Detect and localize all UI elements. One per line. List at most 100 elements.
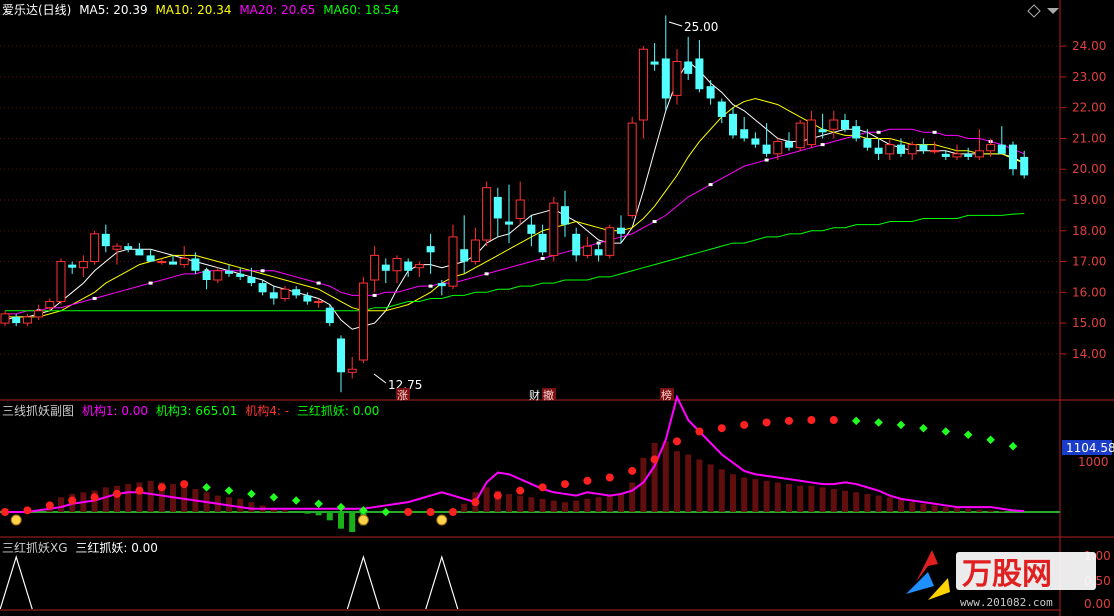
event-tag-che: 撤 (543, 388, 554, 402)
jg1-bar (651, 443, 658, 512)
candle (829, 110, 839, 139)
candle (638, 46, 648, 139)
stock-chart-canvas[interactable]: 14.00 15.00 16.00 17.00 18.00 19.00 20.00 21.00… (0, 0, 1114, 616)
ma20-marker (708, 183, 713, 187)
candle (404, 258, 413, 277)
jg1-bar (987, 510, 994, 512)
candle (90, 230, 100, 265)
jg1-bar (618, 493, 624, 512)
jg3-dot-up (68, 496, 77, 505)
jg3-dot-down (963, 430, 973, 440)
candle (0, 310, 10, 327)
jg1-bar (909, 502, 916, 512)
jg3-dot-up (90, 493, 99, 502)
candle (672, 49, 682, 105)
jg3-dot-up (180, 480, 189, 489)
candle (68, 261, 77, 274)
sanhong-xg-readout: 三红抓妖: 0.00 (75, 541, 158, 555)
indicator1-header: 三线抓妖副图 机构1: 0.00 机构3: 665.01 机构4: - 三红抓妖… (2, 403, 383, 419)
candle (493, 187, 502, 237)
price-tick-label: 16.00 (1072, 285, 1106, 299)
indicator1-title[interactable]: 三线抓妖副图 (2, 404, 74, 418)
jg1-bar (584, 498, 591, 512)
indicator2-title[interactable]: 三红抓妖XG (2, 541, 68, 555)
ma5-readout: MA5: 20.39 (79, 3, 148, 17)
candle (561, 190, 569, 237)
jg4-readout: 机构4: - (245, 404, 290, 418)
jg3-dot-up (404, 508, 413, 516)
candle (795, 120, 805, 151)
candle (650, 43, 659, 71)
jg1-bar (58, 497, 64, 512)
jg3-dot-up (785, 416, 793, 425)
candle (919, 138, 928, 154)
jg3-dot-up (673, 437, 681, 446)
jg1-bar (696, 459, 703, 512)
sanhong-signal-spike (425, 554, 459, 610)
jg1-bar (976, 509, 983, 512)
jg1-bar (237, 498, 244, 512)
ma20-marker (316, 281, 321, 285)
candle (146, 249, 155, 262)
jg1-bar (606, 495, 613, 512)
ma20-readout: MA20: 20.65 (239, 3, 316, 17)
jg1-bar (886, 497, 893, 512)
jg3-dot-up (449, 508, 457, 516)
ma20-marker (932, 130, 937, 134)
jg3-dot-up (650, 455, 659, 464)
candle (1020, 150, 1029, 179)
candle (930, 141, 940, 154)
candle (358, 276, 368, 364)
jg3-dot-up (762, 418, 771, 427)
ma20-marker (428, 284, 433, 288)
price-tick-label: 21.00 (1072, 131, 1106, 145)
window-controls[interactable] (1027, 4, 1059, 18)
candle (470, 227, 480, 265)
jg1-neg-bar (304, 512, 311, 514)
jg1-bar (797, 485, 804, 512)
candle (907, 141, 917, 160)
ma20-marker (652, 220, 657, 224)
jg1-bar (920, 503, 927, 512)
jg1-bar (842, 490, 848, 512)
jg3-dot-up (493, 491, 502, 500)
jg1-bar (528, 497, 535, 512)
candle (740, 116, 749, 142)
jg1-bar (461, 503, 468, 512)
jg1-bar (931, 505, 938, 512)
ma20-marker (372, 293, 377, 297)
jg1-neg-bar (349, 512, 356, 532)
ma20-marker (820, 143, 825, 147)
jg1-bar (830, 489, 837, 512)
jg1-bar (483, 487, 490, 512)
candle (482, 181, 492, 247)
chevron-down-icon[interactable] (1047, 8, 1059, 14)
brand-name: 万股网 (962, 557, 1052, 592)
candle (325, 304, 334, 327)
jg1-neg-bar (315, 512, 322, 516)
candle (34, 304, 44, 320)
stock-title[interactable]: 爱乐达(日线) (2, 3, 71, 17)
diamond-toggle-icon[interactable] (1027, 4, 1041, 18)
candle (751, 132, 760, 148)
high-annotation: 25.00 (668, 20, 718, 34)
jg3-dot-up (135, 486, 144, 495)
candle (627, 116, 637, 219)
jg1-neg-bar (338, 512, 344, 529)
candle (762, 123, 771, 157)
candle (729, 107, 737, 139)
candle (773, 138, 783, 160)
jg3-dot-up (628, 466, 637, 475)
ma20-marker (876, 130, 881, 134)
jg3-dot-up (23, 506, 32, 515)
jg1-bar (942, 507, 949, 512)
jg3-dot-up (426, 508, 435, 516)
jg1-bar (595, 497, 602, 512)
candle (527, 215, 536, 247)
jg3-dot-up (717, 424, 726, 433)
jg1-bar (662, 441, 669, 512)
jg3-dot-down (269, 492, 279, 502)
brand-watermark: 万股网 www.201082.com (898, 542, 1108, 612)
candle (515, 181, 525, 225)
candle (538, 224, 547, 256)
